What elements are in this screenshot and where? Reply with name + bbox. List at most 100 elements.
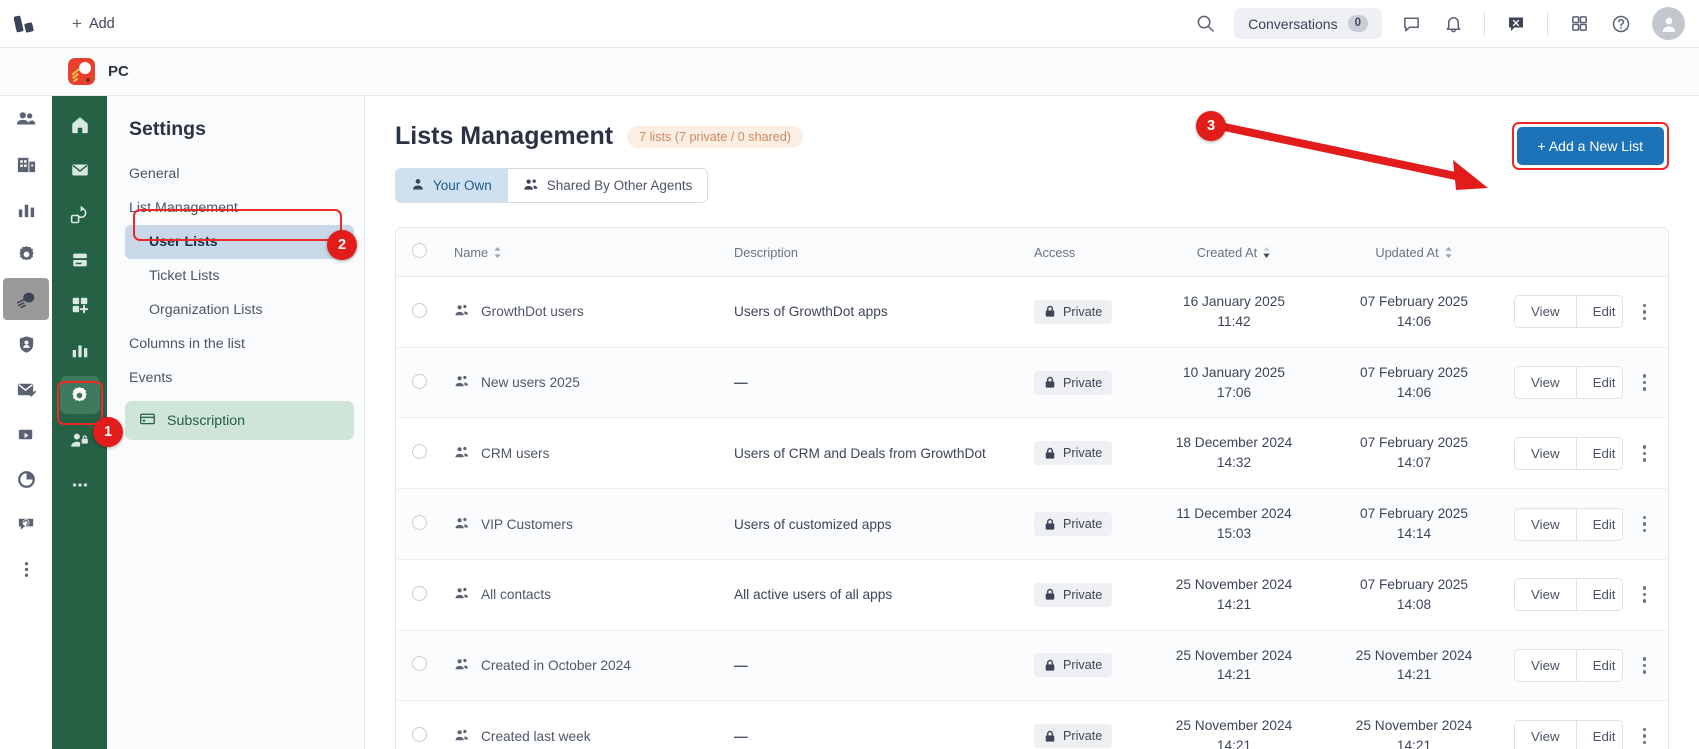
access-label: Private — [1063, 517, 1103, 532]
rail-item-chat-loop[interactable] — [3, 503, 49, 545]
kebab-menu-icon[interactable] — [1639, 370, 1651, 395]
sidebar-item-columns-in-the-list[interactable]: Columns in the list — [107, 327, 364, 361]
edit-button[interactable]: Edit — [1575, 579, 1622, 611]
tab-your-own[interactable]: Your Own — [396, 169, 507, 202]
edit-button[interactable]: Edit — [1575, 720, 1622, 749]
app-logo-icon[interactable] — [0, 13, 52, 35]
row-checkbox[interactable] — [412, 373, 427, 389]
kebab-menu-icon[interactable] — [1639, 653, 1651, 678]
table-row[interactable]: All contacts All active users of all apps… — [396, 559, 1668, 631]
help-circle-icon[interactable] — [1602, 5, 1640, 43]
rail-item-mail-check[interactable] — [3, 368, 49, 410]
greennav-item-more[interactable] — [60, 466, 100, 504]
kebab-menu-icon[interactable] — [1639, 300, 1651, 325]
row-checkbox[interactable] — [412, 727, 427, 743]
view-button[interactable]: View — [1515, 579, 1576, 611]
access-label: Private — [1063, 446, 1103, 461]
rail-item-video[interactable] — [3, 413, 49, 455]
edit-button[interactable]: Edit — [1575, 649, 1622, 681]
sidebar-item-events[interactable]: Events — [107, 361, 364, 395]
list-type-icon — [454, 586, 470, 603]
message-icon[interactable] — [1497, 5, 1535, 43]
list-name-link[interactable]: New users 2025 — [481, 375, 580, 390]
select-all-checkbox[interactable] — [412, 243, 427, 258]
add-a-new-list-button[interactable]: + Add a New List — [1516, 127, 1664, 165]
kebab-menu-icon[interactable] — [1639, 512, 1651, 537]
access-label: Private — [1063, 587, 1103, 602]
rail-item-users[interactable] — [3, 98, 49, 140]
row-checkbox[interactable] — [412, 656, 427, 672]
row-checkbox[interactable] — [412, 585, 427, 601]
header-created-at[interactable]: Created At — [1144, 228, 1324, 277]
rail-item-more[interactable] — [3, 548, 49, 590]
edit-button[interactable]: Edit — [1575, 508, 1622, 540]
view-button[interactable]: View — [1515, 296, 1576, 328]
row-checkbox[interactable] — [412, 515, 427, 531]
add-button[interactable]: + Add — [62, 11, 125, 36]
greennav-item-automation[interactable] — [60, 196, 100, 234]
access-badge: Private — [1034, 370, 1113, 395]
list-name-link[interactable]: Created last week — [481, 729, 591, 744]
greennav-item-reports[interactable] — [60, 331, 100, 369]
kebab-menu-icon[interactable] — [1639, 582, 1651, 607]
table-row[interactable]: Created in October 2024 — Private 25 Novemb… — [396, 630, 1668, 702]
view-button[interactable]: View — [1515, 649, 1576, 681]
greennav-item-home[interactable] — [60, 106, 100, 144]
header-updated-at[interactable]: Updated At — [1324, 228, 1504, 277]
conversations-pill[interactable]: Conversations 0 — [1234, 8, 1382, 39]
sidebar-item-list-management[interactable]: List Management — [107, 191, 364, 225]
table-row[interactable]: Created last week — Private 25 November 202… — [396, 701, 1668, 749]
sidebar-item-organization-lists[interactable]: Organization Lists — [107, 293, 364, 327]
sidebar-item-subscription[interactable]: Subscription — [125, 401, 354, 440]
view-button[interactable]: View — [1515, 508, 1576, 540]
sidebar-item-general[interactable]: General — [107, 157, 364, 191]
greennav-item-knowledge[interactable] — [60, 241, 100, 279]
edit-button[interactable]: Edit — [1575, 296, 1622, 328]
greennav-item-mail[interactable] — [60, 151, 100, 189]
product-bar: PC — [0, 48, 1699, 96]
view-button[interactable]: View — [1515, 437, 1576, 469]
chat-bubble-icon[interactable] — [1392, 5, 1430, 43]
rail-item-reports[interactable] — [3, 188, 49, 230]
user-avatar-icon[interactable] — [1652, 7, 1685, 40]
header-name[interactable]: Name — [444, 228, 724, 277]
greennav-item-settings[interactable] — [59, 376, 100, 414]
list-type-icon — [454, 728, 470, 745]
kebab-menu-icon[interactable] — [1639, 441, 1651, 466]
rail-item-settings[interactable] — [3, 233, 49, 275]
sidebar-item-user-lists[interactable]: User Lists — [125, 225, 354, 259]
table-row[interactable]: New users 2025 — Private 10 January 2025 17:… — [396, 347, 1668, 419]
list-name-link[interactable]: VIP Customers — [481, 517, 573, 532]
updated-date: 25 November 2024 — [1355, 718, 1473, 734]
table-row[interactable]: VIP Customers Users of customized apps Pri… — [396, 488, 1668, 560]
app-rail — [0, 0, 52, 749]
list-name-link[interactable]: GrowthDot users — [481, 304, 584, 319]
body: Settings General List Management User Li… — [0, 0, 1699, 749]
table-row[interactable]: CRM users Users of CRM and Deals from Gro… — [396, 417, 1668, 490]
search-icon[interactable] — [1186, 5, 1224, 43]
rail-item-pie[interactable] — [3, 458, 49, 500]
list-name-link[interactable]: All contacts — [481, 587, 551, 602]
row-checkbox[interactable] — [412, 444, 427, 460]
list-description: — — [734, 375, 748, 391]
list-name-link[interactable]: Created in October 2024 — [481, 658, 631, 673]
bell-icon[interactable] — [1434, 5, 1472, 43]
kebab-menu-icon[interactable] — [1639, 724, 1651, 749]
row-checkbox[interactable] — [412, 302, 427, 318]
tab-shared-by-other-agents[interactable]: Shared By Other Agents — [506, 169, 708, 202]
product-chip[interactable]: PC — [52, 58, 129, 85]
list-name-link[interactable]: CRM users — [481, 446, 549, 461]
rail-item-organizations[interactable] — [3, 143, 49, 185]
greennav-item-add-app[interactable] — [60, 286, 100, 324]
view-button[interactable]: View — [1515, 367, 1576, 399]
table-row[interactable]: GrowthDot users Users of GrowthDot apps Pr… — [396, 276, 1668, 348]
edit-button[interactable]: Edit — [1575, 367, 1622, 399]
conversations-label: Conversations — [1248, 15, 1338, 32]
sidebar-item-ticket-lists[interactable]: Ticket Lists — [107, 259, 364, 293]
rail-item-comet[interactable] — [3, 278, 49, 320]
edit-button[interactable]: Edit — [1575, 437, 1622, 469]
grid-apps-icon[interactable] — [1560, 5, 1598, 43]
list-description: Users of customized apps — [734, 516, 892, 532]
view-button[interactable]: View — [1515, 720, 1576, 749]
rail-item-shield-user[interactable] — [3, 323, 49, 365]
